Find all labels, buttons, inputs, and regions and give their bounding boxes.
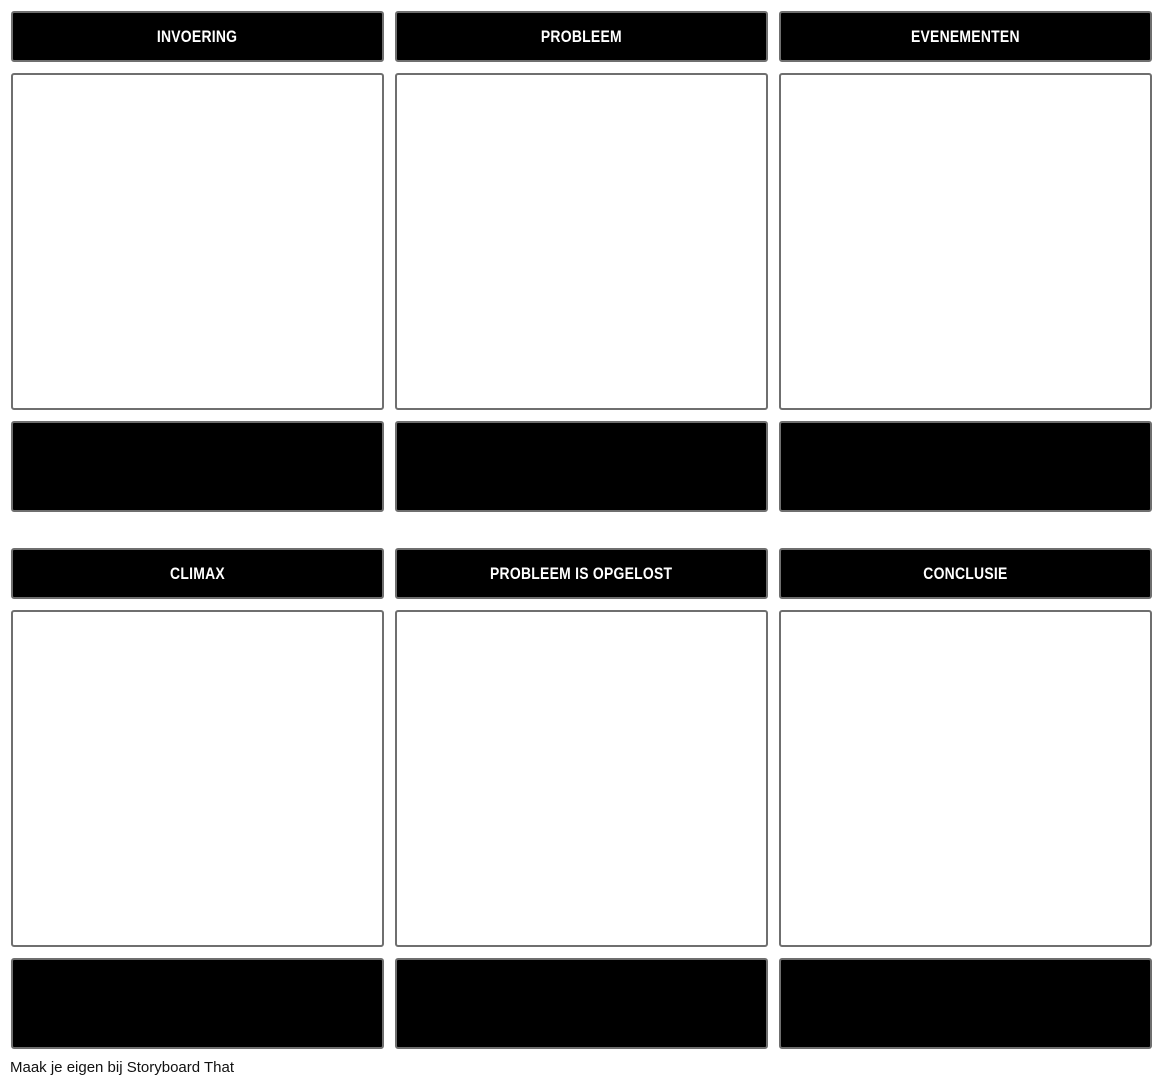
cell-image-area[interactable] — [11, 610, 384, 947]
cell-description[interactable] — [395, 958, 768, 1049]
cell-title-text: CLIMAX — [170, 563, 225, 583]
cell-title[interactable]: INVOERING — [11, 11, 384, 62]
cell-description[interactable] — [395, 421, 768, 512]
cell-description[interactable] — [11, 421, 384, 512]
cell-title[interactable]: CLIMAX — [11, 548, 384, 599]
cell-description[interactable] — [779, 421, 1152, 512]
cell-image-area[interactable] — [779, 73, 1152, 410]
footer-credit[interactable]: Maak je eigen bij Storyboard That — [10, 1059, 234, 1076]
cell-image-area[interactable] — [395, 73, 768, 410]
cell-image-area[interactable] — [11, 73, 384, 410]
cell-title-text: PROBLEEM — [541, 26, 622, 46]
cell-description[interactable] — [779, 958, 1152, 1049]
cell-description[interactable] — [11, 958, 384, 1049]
cell-title-text: PROBLEEM IS OPGELOST — [490, 563, 673, 583]
cell-image-area[interactable] — [779, 610, 1152, 947]
cell-title[interactable]: CONCLUSIE — [779, 548, 1152, 599]
cell-title[interactable]: PROBLEEM IS OPGELOST — [395, 548, 768, 599]
cell-title-text: EVENEMENTEN — [911, 26, 1020, 46]
cell-title[interactable]: EVENEMENTEN — [779, 11, 1152, 62]
cell-image-area[interactable] — [395, 610, 768, 947]
cell-title-text: CONCLUSIE — [923, 563, 1008, 583]
cell-title-text: INVOERING — [157, 26, 238, 46]
cell-title[interactable]: PROBLEEM — [395, 11, 768, 62]
